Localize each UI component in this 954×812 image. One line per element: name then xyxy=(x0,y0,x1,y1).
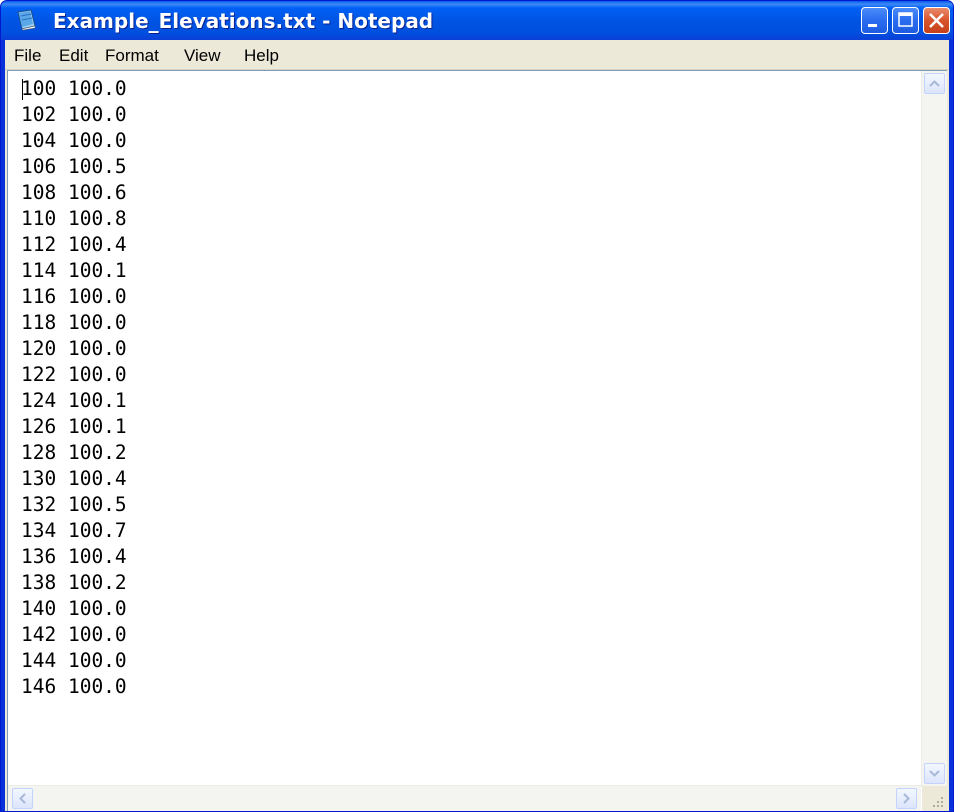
menu-file[interactable]: File xyxy=(14,46,41,66)
document-text[interactable]: 100 100.0 102 100.0 104 100.0 106 100.5 … xyxy=(21,76,911,716)
horizontal-scrollbar[interactable] xyxy=(8,785,921,811)
chevron-right-icon xyxy=(903,793,910,804)
menu-edit[interactable]: Edit xyxy=(59,46,88,66)
scroll-down-button[interactable] xyxy=(924,763,945,784)
window-title: Example_Elevations.txt - Notepad xyxy=(53,9,434,33)
notepad-window: Example_Elevations.txt - Notepad File Ed… xyxy=(0,0,954,812)
maximize-button[interactable] xyxy=(892,7,919,34)
close-button[interactable] xyxy=(923,7,950,34)
editor-area[interactable]: 100 100.0 102 100.0 104 100.0 106 100.5 … xyxy=(7,70,947,811)
chevron-up-icon xyxy=(929,80,940,87)
minimize-button[interactable] xyxy=(861,7,888,34)
close-icon xyxy=(929,13,944,28)
notepad-icon[interactable] xyxy=(15,9,38,31)
chevron-down-icon xyxy=(929,770,940,777)
title-bar[interactable]: Example_Elevations.txt - Notepad xyxy=(1,1,953,40)
text-caret xyxy=(22,79,23,100)
vertical-scrollbar[interactable] xyxy=(921,71,947,787)
maximize-icon xyxy=(898,12,913,27)
resize-grip[interactable] xyxy=(922,786,947,811)
resize-grip-icon xyxy=(933,797,943,807)
menu-format[interactable]: Format xyxy=(105,46,159,66)
client-area: File Edit Format View Help 100 100.0 102… xyxy=(5,40,949,811)
menu-bar: File Edit Format View Help xyxy=(5,40,949,70)
scroll-right-button[interactable] xyxy=(896,788,917,809)
menu-help[interactable]: Help xyxy=(244,46,279,66)
menu-view[interactable]: View xyxy=(184,46,221,66)
chevron-left-icon xyxy=(19,793,26,804)
scroll-up-button[interactable] xyxy=(924,73,945,94)
minimize-icon xyxy=(868,24,877,27)
scroll-left-button[interactable] xyxy=(12,788,33,809)
